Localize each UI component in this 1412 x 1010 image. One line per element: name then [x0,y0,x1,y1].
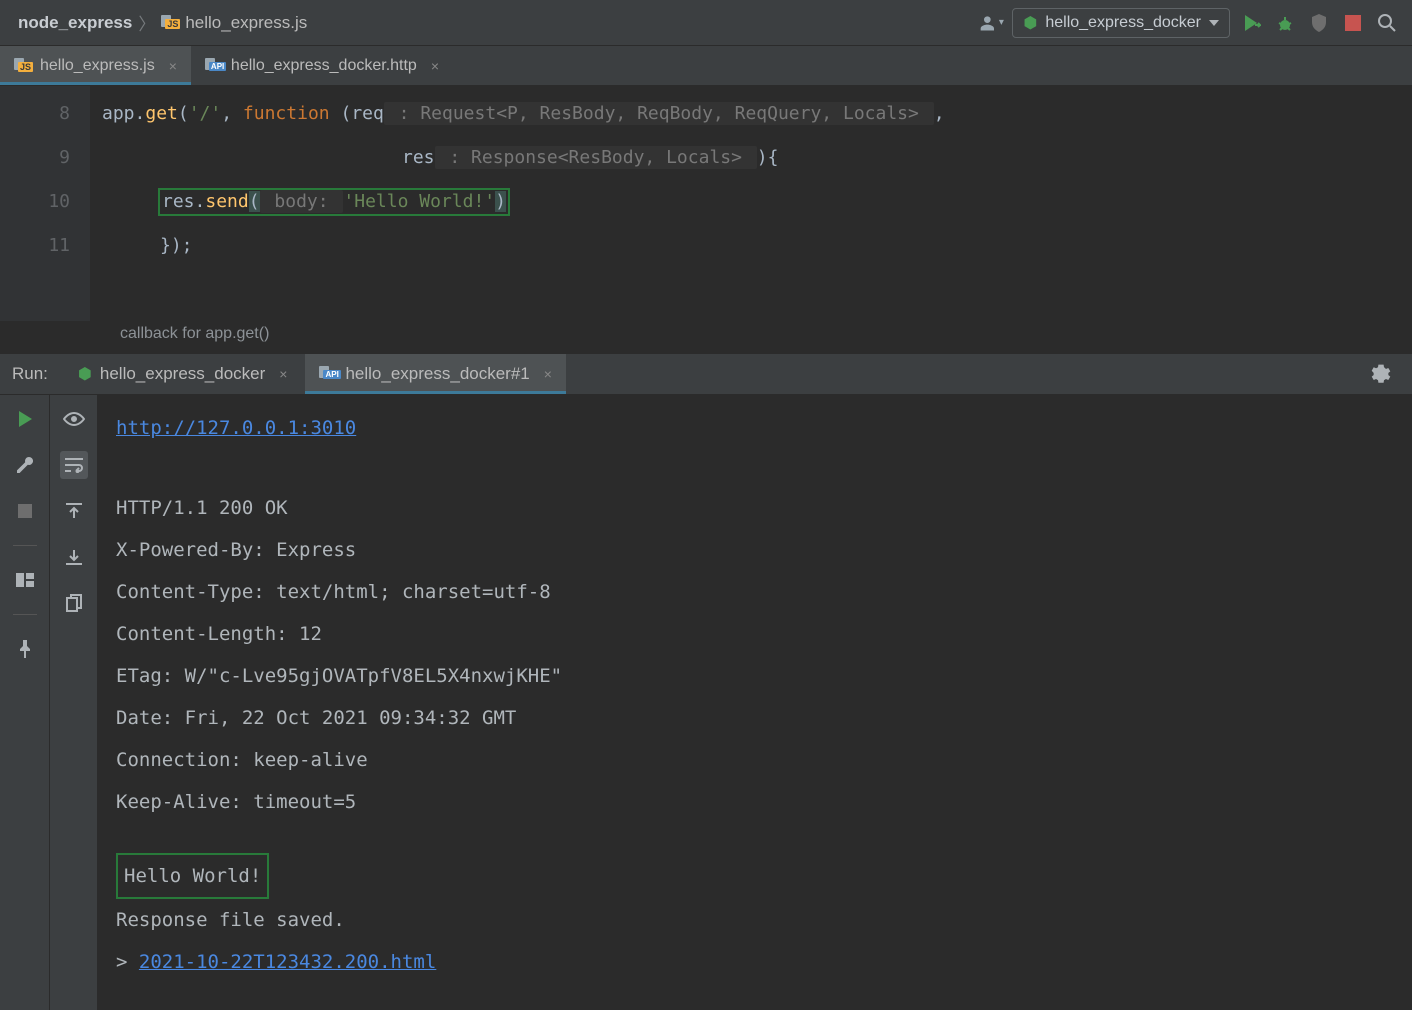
console-header-line: Content-Type: text/html; charset=utf-8 [116,571,1394,613]
run-tab-docker[interactable]: ⬢ hello_express_docker × [64,354,302,394]
chevron-down-icon [1209,20,1219,26]
console-header-line: Content-Length: 12 [116,613,1394,655]
copy-icon[interactable] [60,589,88,617]
run-tab-label: hello_express_docker#1 [345,364,529,384]
run-tool-window-body: http://127.0.0.1:3010 HTTP/1.1 200 OK X-… [0,395,1412,1010]
run-tool-window-header: Run: ⬢ hello_express_docker × hello_expr… [0,353,1412,395]
param-hint: body: [260,190,344,213]
top-toolbar: node_express 〉 hello_express.js ▾ ⬢ hell… [0,0,1412,46]
run-button[interactable] [1238,10,1264,36]
line-number: 8 [0,92,70,136]
stop-button[interactable] [1340,10,1366,36]
editor-tab-label: hello_express.js [40,57,155,75]
line-number: 9 [0,136,70,180]
console-saved-line: Response file saved. [116,899,1394,941]
run-tab-label: hello_express_docker [100,364,265,384]
console-header-line: Keep-Alive: timeout=5 [116,781,1394,823]
type-hint: : Request<P, ResBody, ReqBody, ReqQuery,… [384,102,934,125]
run-tab-docker-1[interactable]: hello_express_docker#1 × [305,354,565,394]
run-sidebar-outer [0,395,50,1010]
scroll-down-button[interactable] [60,543,88,571]
chevron-right-icon: 〉 [138,10,155,35]
response-file-link[interactable]: 2021-10-22T123432.200.html [139,951,436,973]
api-file-icon [319,367,337,381]
editor-tab-hello-express-js[interactable]: hello_express.js × [0,46,191,85]
api-file-icon [205,59,223,73]
layout-button[interactable] [11,566,39,594]
console-header-line: ETag: W/"c-Lve95gjOVATpfV8EL5X4nxwjKHE" [116,655,1394,697]
close-icon[interactable]: × [431,58,439,74]
breadcrumb[interactable]: node_express 〉 hello_express.js [18,10,307,35]
soft-wrap-button[interactable] [60,451,88,479]
scroll-up-button[interactable] [60,497,88,525]
js-file-icon [161,16,179,30]
console-header-line: HTTP/1.1 200 OK [116,487,1394,529]
run-config-label: hello_express_docker [1045,14,1201,32]
editor-tab-label: hello_express_docker.http [231,57,417,75]
console-header-line: Date: Fri, 22 Oct 2021 09:34:32 GMT [116,697,1394,739]
editor-content[interactable]: app.get('/', function (req : Request<P, … [90,86,945,321]
console-header-line: X-Powered-By: Express [116,529,1394,571]
close-icon[interactable]: × [544,366,552,382]
run-sidebar-inner [50,395,98,1010]
pin-button[interactable] [11,635,39,663]
editor-breadcrumb[interactable]: callback for app.get() [0,321,1412,353]
search-button[interactable] [1374,10,1400,36]
type-hint: : Response<ResBody, Locals> [435,146,757,169]
editor-tab-docker-http[interactable]: hello_express_docker.http × [191,46,453,85]
code-line[interactable]: res.send( body: 'Hello World!') [102,180,945,224]
js-file-icon [14,59,32,73]
node-hexagon-icon: ⬢ [1023,13,1037,33]
eye-icon[interactable] [60,405,88,433]
code-line[interactable]: app.get('/', function (req : Request<P, … [102,92,945,136]
run-config-selector[interactable]: ⬢ hello_express_docker [1012,8,1230,38]
settings-button[interactable] [1368,361,1394,387]
stop-disabled-button[interactable] [11,497,39,525]
breadcrumb-file[interactable]: hello_express.js [185,13,307,33]
console-url-link[interactable]: http://127.0.0.1:3010 [116,417,356,439]
editor-tabs: hello_express.js × hello_express_docker.… [0,46,1412,86]
debug-button[interactable] [1272,10,1298,36]
console-header-line: Connection: keep-alive [116,739,1394,781]
run-header-label: Run: [12,364,48,384]
console-output[interactable]: http://127.0.0.1:3010 HTTP/1.1 200 OK X-… [98,395,1412,1010]
code-editor[interactable]: 8 9 10 11 app.get('/', function (req : R… [0,86,1412,321]
response-body: Hello World! [116,853,269,899]
editor-gutter: 8 9 10 11 [0,86,90,321]
coverage-button[interactable] [1306,10,1332,36]
code-line[interactable]: res : Response<ResBody, Locals> ){ [102,136,945,180]
wrench-button[interactable] [11,451,39,479]
code-line[interactable]: }); [102,224,945,268]
close-icon[interactable]: × [279,366,287,382]
close-icon[interactable]: × [169,58,177,74]
line-number: 11 [0,224,70,268]
line-number: 10 [0,180,70,224]
breadcrumb-project[interactable]: node_express [18,13,132,33]
user-icon[interactable]: ▾ [978,10,1004,36]
node-hexagon-icon: ⬢ [78,364,92,384]
rerun-button[interactable] [11,405,39,433]
